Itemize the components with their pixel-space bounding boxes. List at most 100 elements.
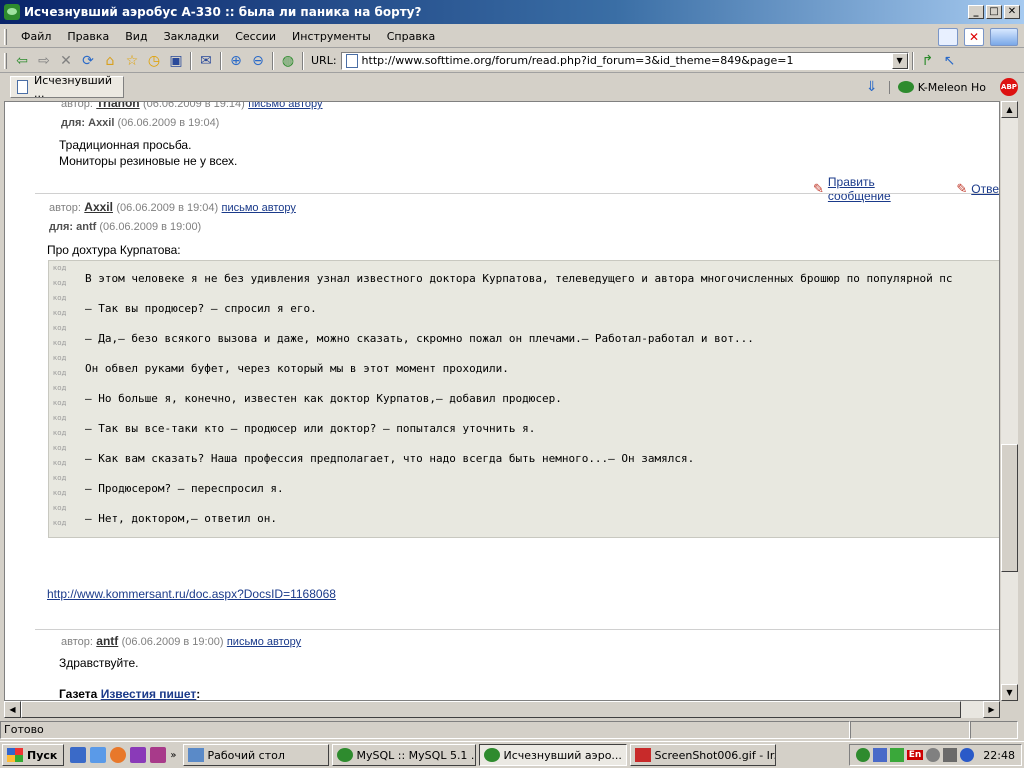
task-irfanview[interactable]: ScreenShot006.gif - Ir... [629,744,776,766]
close-tab-icon[interactable] [964,27,984,46]
tab-active[interactable]: Исчезнувший ... [10,74,124,100]
url-input[interactable]: http://www.softtime.org/forum/read.php?i… [340,51,909,70]
page-icon [17,80,29,94]
quick-launch-more-icon[interactable]: » [170,750,176,761]
start-button[interactable]: Пуск [2,744,65,766]
reply-to-line: для: Axxil (06.06.2009 в 19:04) [61,117,219,129]
task-active-browser[interactable]: Исчезнувший аэро... [478,744,627,766]
stop-icon[interactable]: ✕ [56,51,76,71]
author-link[interactable]: antf [96,634,118,648]
tray-volume-icon[interactable] [926,748,941,762]
download-arrow-icon[interactable]: ⇓ [862,77,882,97]
toolbar-separator [220,51,222,70]
menu-help[interactable]: Справка [379,28,443,45]
horizontal-scrollbar[interactable]: ◀ ▶ [4,701,1000,718]
pencil-icon: ✎ [813,181,824,196]
adblock-icon[interactable]: ABP [1000,78,1018,96]
vertical-scrollbar[interactable]: ▲ ▼ [1001,101,1018,701]
bookmark-star-icon[interactable]: ☆ [122,51,142,71]
new-window-icon[interactable] [938,27,958,46]
app-icon[interactable] [150,747,167,763]
kmeleon-icon [336,748,353,762]
code-block: код код код код код код код код код код … [48,260,999,538]
toolbar-grip[interactable] [4,52,7,69]
layout-icon[interactable] [990,27,1018,46]
app-icon[interactable] [130,747,147,763]
close-button[interactable]: ✕ [1004,5,1020,19]
tray-app-icon[interactable] [943,748,958,762]
print-icon[interactable]: ▣ [166,51,186,71]
post-greeting: Здравствуйте. [59,656,139,670]
menu-view[interactable]: Вид [117,28,155,45]
mail-author-link[interactable]: письмо автору [222,202,296,214]
menu-file[interactable]: Файл [13,28,59,45]
clock[interactable]: 22:48 [983,749,1015,762]
kmeleon-home-button[interactable]: K-Meleon Ho [888,80,994,94]
horizontal-scroll-thumb[interactable] [21,701,961,718]
author-link[interactable]: Axxil [84,200,113,214]
edit-post-link[interactable]: Править сообщение [828,175,938,203]
task-desktop[interactable]: Рабочий стол [182,744,329,766]
page-content[interactable]: автор: Trianon (06.06.2009 в 19:14) пись… [4,101,1000,701]
scroll-right-icon[interactable]: ▶ [983,701,1000,718]
back-icon[interactable]: ⇦ [12,51,32,71]
tabbar-right: ⇓ K-Meleon Ho ABP [861,77,1018,97]
window-title-bar[interactable]: Исчезнувший аэробус А-330 :: была ли пан… [0,0,1024,24]
code-label: код [53,444,67,452]
menu-tools[interactable]: Инструменты [284,28,379,45]
toolbar-grip[interactable] [4,28,7,45]
tray-kmeleon-icon[interactable] [855,748,870,762]
window-title: Исчезнувший аэробус А-330 :: была ли пан… [24,5,422,19]
external-link[interactable]: http://www.kommersant.ru/doc.aspx?DocsID… [47,587,336,601]
task-mysql[interactable]: MySQL :: MySQL 5.1 ... [331,744,476,766]
tray-app-icon[interactable] [889,748,904,762]
mail-author-link[interactable]: письмо автору [227,636,301,648]
desktop-icon[interactable] [70,747,87,763]
code-label: код [53,279,67,287]
menu-bar: Файл Правка Вид Закладки Сессии Инструме… [0,26,1024,48]
start-label: Пуск [27,748,58,762]
code-label: код [53,369,67,377]
code-label: код [53,294,67,302]
author-link[interactable]: Trianon [96,102,139,110]
scroll-left-icon[interactable]: ◀ [4,701,21,718]
code-line: — Но больше я, конечно, известен как док… [85,392,562,405]
kmeleon-icon [483,748,500,762]
history-clock-icon[interactable]: ◷ [144,51,164,71]
menu-bookmarks[interactable]: Закладки [156,28,228,45]
menu-sessions[interactable]: Сессии [227,28,284,45]
zoom-out-icon[interactable]: ⊖ [248,51,268,71]
mail-author-link[interactable]: письмо автору [248,102,322,110]
firefox-icon[interactable] [110,747,127,763]
ie-icon[interactable] [90,747,107,763]
maximize-button[interactable]: □ [986,5,1002,19]
scroll-up-icon[interactable]: ▲ [1001,101,1018,118]
code-label: код [53,309,67,317]
url-dropdown-icon[interactable]: ▼ [891,52,908,69]
vertical-scroll-thumb[interactable] [1001,444,1018,572]
menu-edit[interactable]: Правка [59,28,117,45]
gazette-line: Газета Известия пишет: [59,686,200,700]
reply-to-prefix: для: [49,221,74,233]
code-label: код [53,354,67,362]
zoom-in-icon[interactable]: ⊕ [226,51,246,71]
mail-icon[interactable]: ✉ [196,51,216,71]
url-text[interactable]: http://www.softtime.org/forum/read.php?i… [362,54,892,67]
globe-icon[interactable]: ◍ [278,51,298,71]
edit-row: ✎ Править сообщение ✎ Отве [813,175,999,203]
home-icon[interactable]: ⌂ [100,51,120,71]
kmeleon-icon [897,81,914,93]
code-label: код [53,399,67,407]
tray-network-icon[interactable] [872,748,887,762]
forward-icon[interactable]: ⇨ [34,51,54,71]
post-date: (06.06.2009 в 19:00) [121,636,224,648]
gazette-link[interactable]: Известия пишет [101,687,197,700]
reload-icon[interactable]: ⟳ [78,51,98,71]
minimize-button[interactable]: _ [968,5,984,19]
code-gutter: код код код код код код код код код код … [49,261,73,537]
scroll-down-icon[interactable]: ▼ [1001,684,1018,701]
cursor-icon[interactable]: ↖ [940,51,960,71]
bluetooth-icon[interactable] [960,748,975,762]
go-icon[interactable]: ↱ [918,51,938,71]
language-indicator[interactable]: En [906,750,924,760]
